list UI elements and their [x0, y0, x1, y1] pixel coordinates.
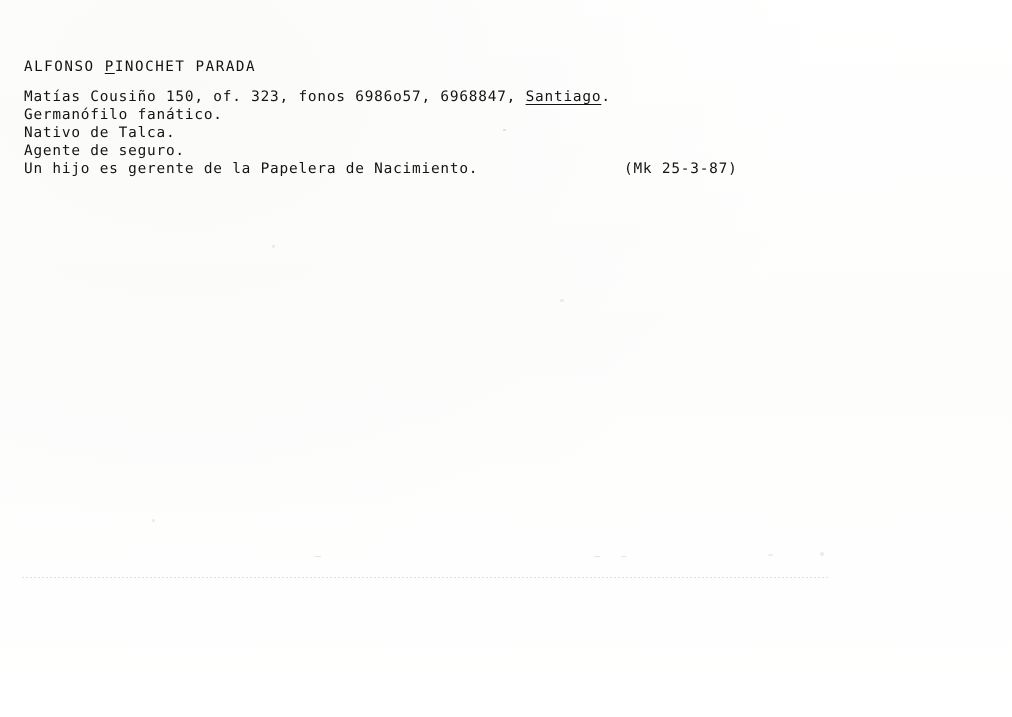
reference-code: (Mk 25-3-87) — [624, 161, 738, 177]
record-line-origin: Nativo de Talca. — [24, 125, 176, 141]
record-line-occupation: Agente de seguro. — [24, 143, 185, 159]
scan-speck — [768, 554, 773, 556]
subject-name-prefix: ALFONSO — [24, 59, 105, 75]
scanned-document-page: ALFONSO PINOCHET PARADA Matías Cousiño 1… — [0, 0, 1012, 717]
typed-record-block: ALFONSO PINOCHET PARADA Matías Cousiño 1… — [24, 58, 974, 178]
address-terminator: . — [601, 89, 611, 105]
scan-speck — [621, 556, 626, 557]
record-line-family: Un hijo es gerente de la Papelera de Nac… — [24, 160, 974, 178]
scan-artifact-dotted-rule — [22, 577, 828, 578]
scan-speck — [272, 245, 275, 248]
scan-speck — [315, 556, 321, 557]
address-text: Matías Cousiño 150, of. 323, fonos 6986o… — [24, 89, 526, 105]
scan-speck — [152, 519, 155, 522]
city-name: Santiago — [525, 89, 602, 105]
subject-name-heading: ALFONSO PINOCHET PARADA — [24, 58, 974, 76]
record-line-address: Matías Cousiño 150, of. 323, fonos 6986o… — [24, 88, 974, 106]
scan-speck — [594, 556, 600, 557]
family-text: Un hijo es gerente de la Papelera de Nac… — [24, 161, 479, 177]
scan-speck — [560, 299, 564, 302]
subject-name-suffix: INOCHET PARADA — [114, 59, 257, 75]
scan-speck — [820, 552, 824, 556]
subject-surname-initial: P — [104, 59, 115, 75]
scan-speck — [503, 129, 506, 131]
record-line-trait: Germanófilo fanático. — [24, 107, 223, 123]
